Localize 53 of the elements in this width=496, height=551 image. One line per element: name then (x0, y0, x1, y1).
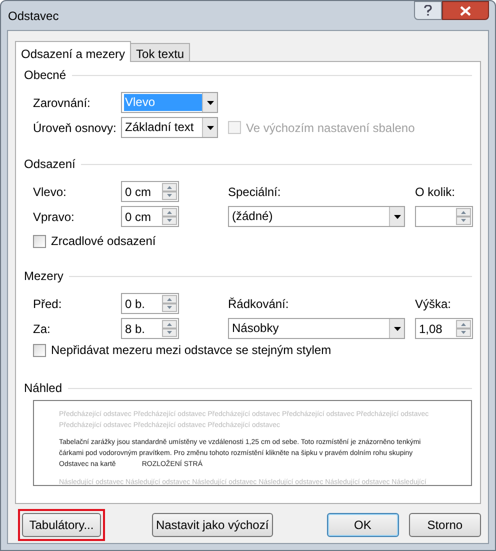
close-button[interactable] (442, 1, 489, 20)
spin-arrows-icon (456, 320, 471, 337)
spin-arrows-icon (162, 208, 177, 225)
field-label: Zarovnání: (33, 94, 92, 112)
checkbox-label: Ve výchozím nastavení sbaleno (246, 120, 415, 136)
field-label: Řádkování: (228, 296, 290, 312)
spin-field[interactable]: 0 cm (121, 181, 179, 202)
field-label: Výška: (415, 296, 452, 312)
dialog-button[interactable]: Tabulátory... (22, 513, 101, 537)
window-title: Odstavec (7, 8, 59, 25)
field-label: O kolik: (415, 184, 456, 200)
section-heading: Odsazení (24, 156, 76, 173)
dropdown-arrow-button[interactable] (389, 319, 404, 338)
dropdown-field[interactable]: Násobky (228, 318, 405, 339)
caret-icon (206, 126, 214, 130)
dropdown-field[interactable]: Základní text (121, 117, 218, 138)
section-heading: Mezery (24, 268, 64, 285)
field-label: Vpravo: (33, 208, 76, 226)
checkbox[interactable] (33, 344, 46, 356)
field-label: Speciální: (228, 184, 282, 200)
checkbox-label: Zrcadlové odsazení (51, 233, 156, 250)
help-icon (424, 5, 432, 16)
spin-field[interactable]: 8 b. (121, 318, 179, 339)
section-heading: Náhled (24, 380, 62, 397)
field-label: Před: (33, 296, 63, 312)
spin-field[interactable] (415, 206, 473, 227)
checkbox-label: Nepřidávat mezeru mezi odstavce se stejným stylem (51, 342, 332, 359)
help-button[interactable] (414, 1, 442, 20)
spin-arrows-icon (456, 208, 471, 225)
spin-field[interactable]: 1,08 (415, 318, 473, 339)
dropdown-arrow-button[interactable] (202, 118, 217, 137)
field-label: Za: (33, 320, 52, 338)
caret-icon (394, 326, 400, 330)
caret-icon (394, 214, 400, 218)
section-heading: Obecné (24, 67, 66, 84)
close-icon (460, 6, 471, 16)
dialog-button[interactable]: Storno (408, 513, 481, 537)
spin-field[interactable]: 0 cm (121, 206, 179, 227)
spin-arrows-icon (162, 295, 177, 312)
tab[interactable]: Tok textu (131, 43, 190, 61)
checkbox[interactable] (33, 234, 46, 248)
tab[interactable]: Odsazení a mezery (15, 41, 132, 62)
dropdown-arrow-button[interactable] (202, 93, 217, 112)
spin-arrows-icon (162, 183, 177, 200)
dialog-button[interactable]: OK (326, 513, 399, 537)
field-label: Vlevo: (33, 184, 68, 200)
dropdown-field[interactable]: (žádné) (228, 206, 405, 227)
dialog-button[interactable]: Nastavit jako výchozí (152, 513, 273, 537)
dropdown-arrow-button[interactable] (389, 207, 404, 226)
spin-field[interactable]: 0 b. (121, 293, 179, 314)
caret-icon (206, 100, 214, 104)
spin-arrows-icon (162, 320, 177, 337)
field-label: Úroveň osnovy: (33, 120, 118, 136)
